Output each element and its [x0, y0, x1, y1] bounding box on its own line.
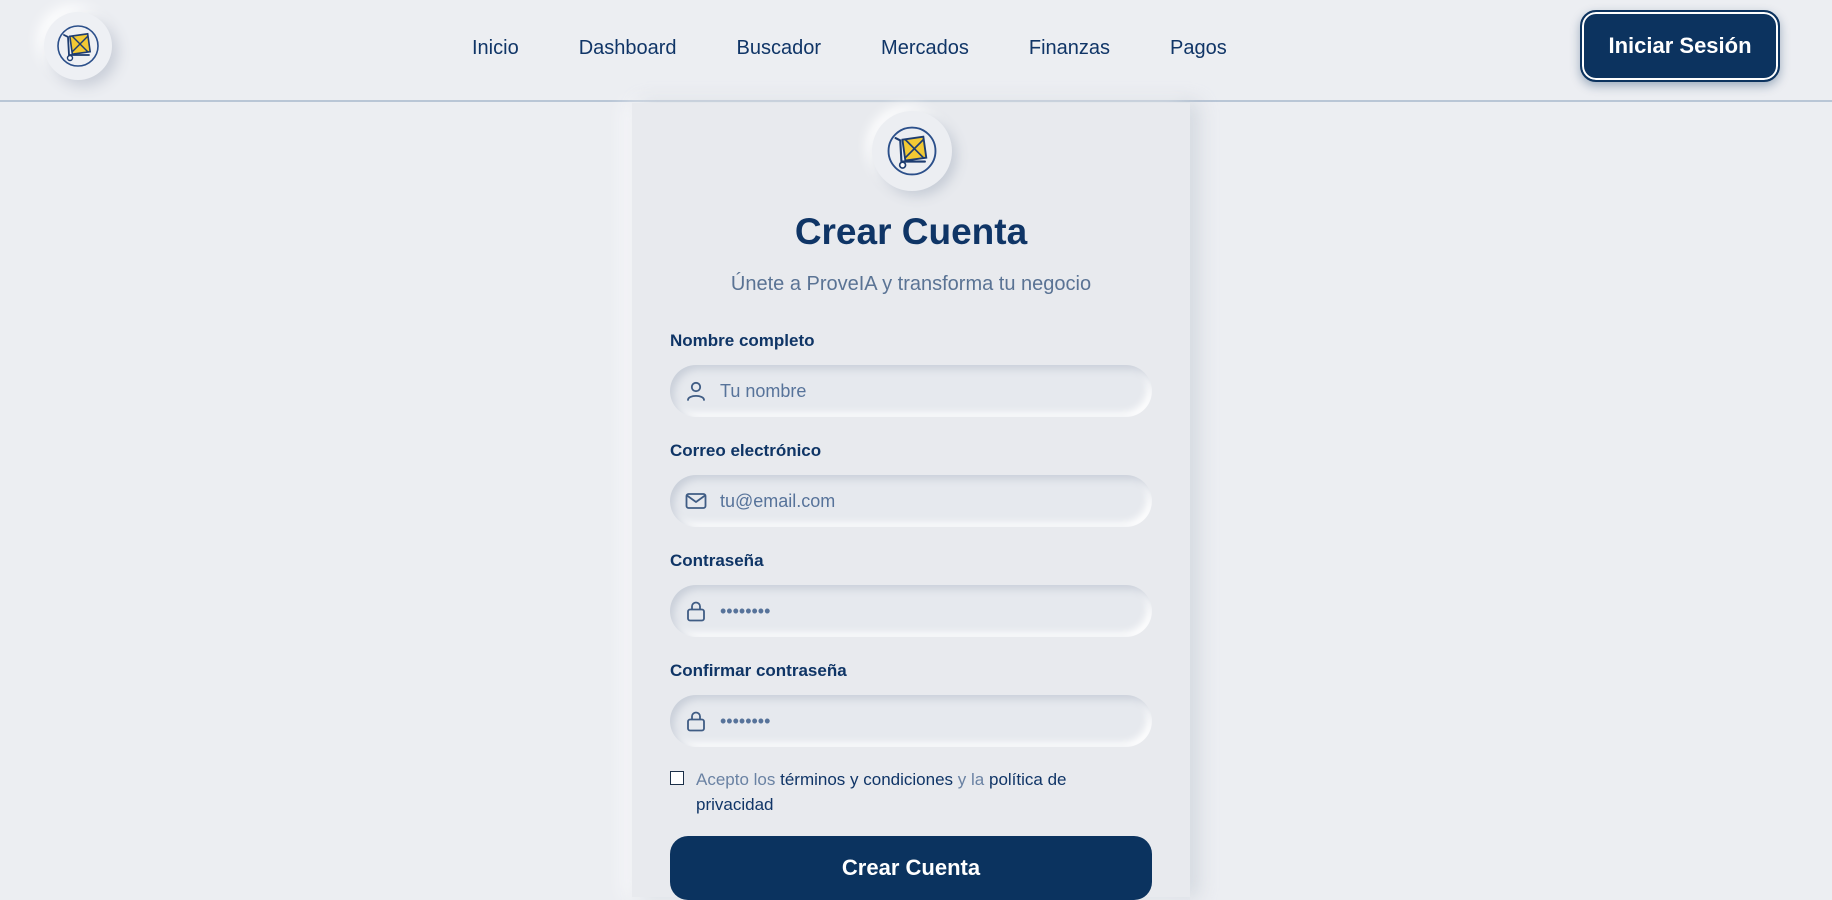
- terms-checkbox[interactable]: [670, 771, 684, 785]
- nav-link-buscador[interactable]: Buscador: [737, 37, 822, 60]
- page-subtitle: Únete a ProveIA y transforma tu negocio: [730, 273, 1092, 295]
- terms-middle: y la: [957, 770, 985, 789]
- confirm-password-input[interactable]: [720, 695, 1140, 747]
- lock-icon: [687, 601, 705, 622]
- signup-card: Crear Cuenta Únete a ProveIA y transform…: [632, 103, 1190, 900]
- password-label: Contraseña: [670, 551, 764, 570]
- nav-link-finanzas[interactable]: Finanzas: [1029, 37, 1110, 60]
- user-icon: [687, 381, 705, 401]
- name-field: [670, 365, 1152, 417]
- email-label: Correo electrónico: [670, 441, 822, 460]
- confirm-password-label: Confirmar contraseña: [670, 661, 847, 680]
- terms-link[interactable]: términos y condiciones: [780, 770, 953, 789]
- terms-prefix: Acepto los: [696, 770, 776, 789]
- login-button[interactable]: Iniciar Sesión: [1580, 10, 1780, 82]
- card-logo: [872, 111, 952, 191]
- nav-link-inicio[interactable]: Inicio: [472, 37, 519, 60]
- nav-link-pagos[interactable]: Pagos: [1170, 37, 1227, 60]
- cart-crate-icon: [887, 126, 937, 176]
- cart-crate-icon: [57, 25, 99, 67]
- main-nav: Inicio Dashboard Buscador Mercados Finan…: [472, 0, 1227, 96]
- mail-icon: [685, 493, 707, 509]
- password-input[interactable]: [720, 585, 1140, 637]
- terms-text: Acepto los términos y condiciones y la p…: [696, 767, 1136, 817]
- brand-logo[interactable]: [44, 12, 112, 80]
- password-field: [670, 585, 1152, 637]
- email-field: [670, 475, 1152, 527]
- name-label: Nombre completo: [670, 331, 815, 350]
- create-account-button[interactable]: Crear Cuenta: [670, 836, 1152, 900]
- nav-link-dashboard[interactable]: Dashboard: [579, 37, 677, 60]
- lock-icon: [687, 711, 705, 732]
- confirm-password-field: [670, 695, 1152, 747]
- email-input[interactable]: [720, 475, 1140, 527]
- nav-link-mercados[interactable]: Mercados: [881, 37, 969, 60]
- page-title: Crear Cuenta: [794, 211, 1028, 252]
- name-input[interactable]: [720, 365, 1140, 417]
- navbar: Inicio Dashboard Buscador Mercados Finan…: [0, 0, 1832, 102]
